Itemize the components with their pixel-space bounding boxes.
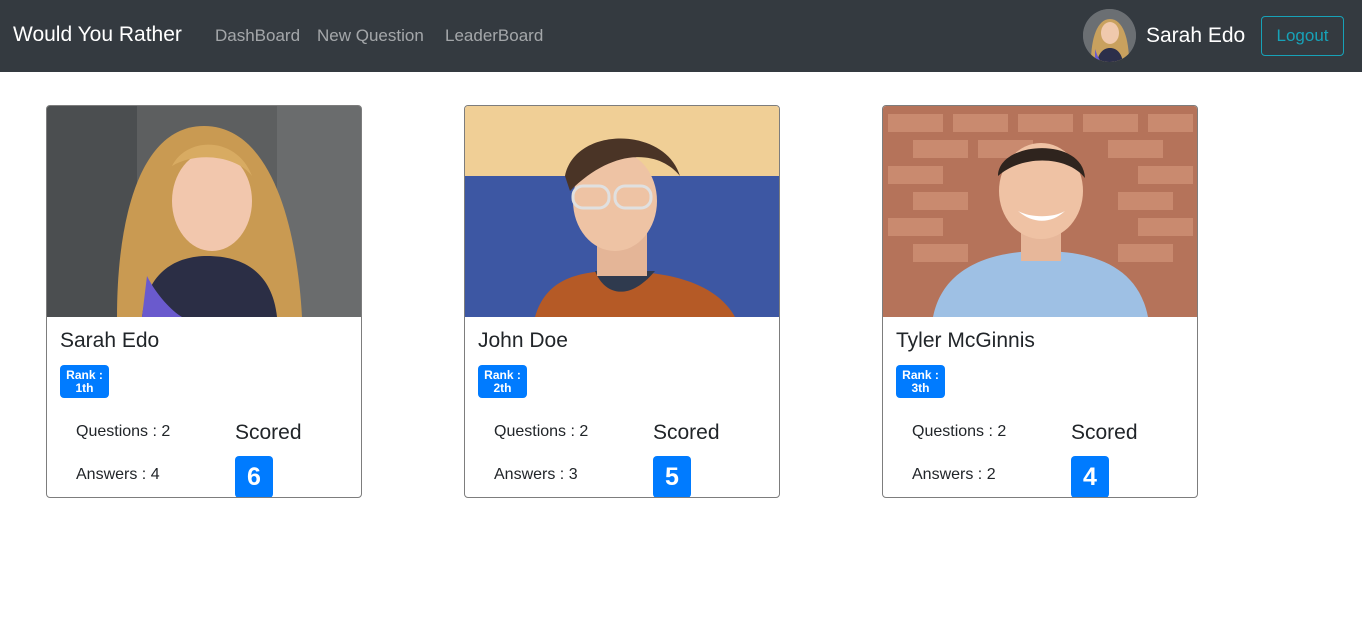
nav-link-leaderboard[interactable]: LeaderBoard xyxy=(445,25,543,47)
score-badge: 4 xyxy=(1071,456,1109,497)
answers-count: Answers : 4 xyxy=(76,466,160,483)
rank-badge: Rank : 2th xyxy=(478,365,527,398)
user-avatar xyxy=(1083,9,1136,62)
user-name: Tyler McGinnis xyxy=(896,329,1035,352)
current-user-name: Sarah Edo xyxy=(1146,24,1246,47)
questions-count: Questions : 2 xyxy=(912,423,1007,440)
score-badge: 5 xyxy=(653,456,691,497)
scored-label: Scored xyxy=(653,421,720,444)
user-name: John Doe xyxy=(478,329,568,352)
answers-count: Answers : 2 xyxy=(912,466,996,483)
scored-label: Scored xyxy=(1071,421,1138,444)
score-badge: 6 xyxy=(235,456,273,497)
rank-value: 2th xyxy=(493,381,512,395)
nav-link-dashboard[interactable]: DashBoard xyxy=(215,25,300,47)
answers-count: Answers : 3 xyxy=(494,466,578,483)
leaderboard-card: Sarah Edo Rank : 1th Questions : 2 Answe… xyxy=(46,105,362,498)
rank-value: 1th xyxy=(75,381,94,395)
brand-title[interactable]: Would You Rather xyxy=(13,21,182,49)
user-photo xyxy=(883,106,1197,317)
nav-link-new-question[interactable]: New Question xyxy=(317,25,424,47)
rank-badge: Rank : 1th xyxy=(60,365,109,398)
user-photo xyxy=(47,106,361,317)
rank-value: 3th xyxy=(911,381,930,395)
top-navbar: Would You Rather DashBoard New Question … xyxy=(0,0,1362,72)
scored-label: Scored xyxy=(235,421,302,444)
questions-count: Questions : 2 xyxy=(76,423,171,440)
questions-count: Questions : 2 xyxy=(494,423,589,440)
leaderboard-card: Tyler McGinnis Rank : 3th Questions : 2 … xyxy=(882,105,1198,498)
user-name: Sarah Edo xyxy=(60,329,160,352)
user-photo xyxy=(465,106,779,317)
rank-badge: Rank : 3th xyxy=(896,365,945,398)
leaderboard-card: John Doe Rank : 2th Questions : 2 Answer… xyxy=(464,105,780,498)
logout-button[interactable]: Logout xyxy=(1261,16,1344,56)
